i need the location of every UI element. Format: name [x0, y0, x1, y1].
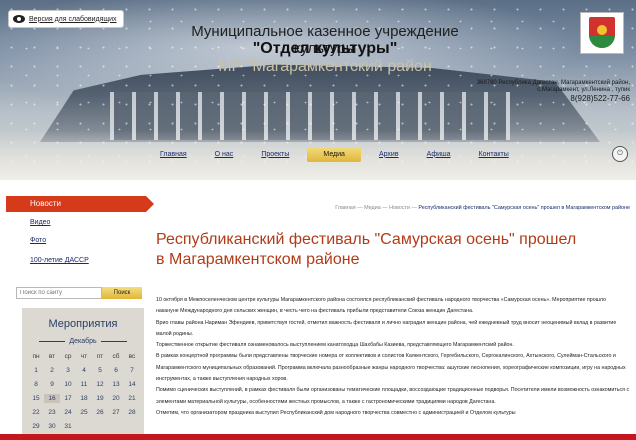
article-paragraph: Отметим, что организатором праздника выс…: [156, 409, 516, 416]
calendar-day[interactable]: 10: [60, 380, 76, 389]
article-paragraph: 10 октября в Межпоселенческом центре кул…: [156, 297, 607, 315]
calendar-day[interactable]: 19: [92, 394, 108, 403]
calendar-day[interactable]: 12: [92, 380, 108, 389]
nav-item-projects[interactable]: Проекты: [251, 147, 299, 162]
article-body: 10 октября в Межпоселенческом центре кул…: [156, 295, 630, 419]
nav-item-media[interactable]: Медиа: [307, 146, 361, 162]
calendar-empty: [124, 422, 140, 431]
eye-icon: [13, 15, 25, 23]
breadcrumb-home[interactable]: Главная: [335, 205, 356, 211]
calendar-weekday: чт: [80, 353, 88, 360]
article-title: Республиканский фестиваль "Самурская осе…: [156, 231, 577, 268]
calendar-day[interactable]: 22: [28, 408, 44, 417]
breadcrumb-news[interactable]: Новости: [389, 205, 410, 211]
calendar-day[interactable]: 20: [108, 394, 124, 403]
calendar-day[interactable]: 14: [124, 380, 140, 389]
calendar-weekday: вт: [48, 353, 56, 360]
breadcrumb-sep: —: [411, 205, 417, 211]
bottom-red-strip: [0, 434, 636, 440]
calendar-weekday: пт: [96, 353, 104, 360]
breadcrumb-media[interactable]: Медиа: [364, 205, 381, 211]
calendar-weekday: ср: [64, 353, 72, 360]
article-paragraph: Торжественное открытие фестиваля ознамен…: [156, 342, 514, 349]
breadcrumb-sep: —: [357, 205, 363, 211]
nav-item-archive[interactable]: Архив: [369, 147, 409, 162]
article-paragraph: Помимо сценических выступлений, в рамках…: [156, 387, 630, 405]
calendar-day[interactable]: 3: [60, 366, 76, 375]
calendar-empty: [92, 422, 108, 431]
calendar-day[interactable]: 29: [28, 422, 44, 431]
calendar-day[interactable]: 28: [124, 408, 140, 417]
sidebar-item-video[interactable]: Видео: [30, 219, 50, 226]
main-nav: Главная О нас Проекты Медиа Архив Афиша …: [0, 140, 636, 168]
calendar-day[interactable]: 24: [60, 408, 76, 417]
events-title: Мероприятия: [48, 318, 118, 330]
visually-impaired-link[interactable]: Версия для слабовидящих: [8, 10, 124, 28]
nav-item-about[interactable]: О нас: [205, 147, 244, 162]
calendar-day[interactable]: 16: [44, 394, 60, 403]
shield-emblem: [589, 17, 615, 48]
calendar-weekday: пн: [32, 353, 40, 360]
breadcrumb-sep: —: [382, 205, 388, 211]
calendar-day[interactable]: 7: [124, 366, 140, 375]
calendar-day[interactable]: 18: [76, 394, 92, 403]
calendar-day[interactable]: 8: [28, 380, 44, 389]
month-selector[interactable]: Декабрь: [22, 338, 144, 345]
month-label: Декабрь: [69, 338, 97, 345]
org-title-line3: МР "Магарамкентский район: [218, 58, 432, 75]
events-calendar: Мероприятия Декабрь пн вт ср чт пт сб вс 1 2 3 4 5 6…: [22, 308, 144, 440]
sidebar-item-photo[interactable]: Фото: [30, 237, 46, 244]
calendar-day[interactable]: 13: [108, 380, 124, 389]
nav-item-home[interactable]: Главная: [150, 147, 197, 162]
article-paragraph: Врио главы района Нариман Эфендиев, прив…: [156, 319, 617, 337]
month-prev-line[interactable]: [39, 341, 66, 342]
page: Версия для слабовидящих Муниципальное ка…: [0, 0, 636, 440]
calendar-empty: [108, 422, 124, 431]
calendar-day[interactable]: 17: [60, 394, 76, 403]
sidebar-item-dassr[interactable]: 100-летие ДАССР: [30, 257, 89, 264]
calendar-day[interactable]: 6: [108, 366, 124, 375]
calendar-weekday: вс: [128, 353, 136, 360]
calendar-day[interactable]: 11: [76, 380, 92, 389]
calendar-day[interactable]: 5: [92, 366, 108, 375]
search-input[interactable]: [16, 287, 102, 299]
calendar-days: пн вт ср чт пт сб вс 1 2 3 4 5 6 7 8 9 10 11 12 13 14 15 16 17 1…: [28, 352, 142, 431]
site-search: Поиск: [16, 287, 144, 301]
calendar-day[interactable]: 27: [108, 408, 124, 417]
contact-address: 368780 Республика Дагестан, Магарамкентс…: [476, 80, 630, 93]
calendar-day[interactable]: 25: [76, 408, 92, 417]
month-next-line[interactable]: [100, 341, 127, 342]
calendar-day[interactable]: 31: [60, 422, 76, 431]
contact-phone: 8(928)522-77-66: [570, 94, 630, 103]
article-paragraph: В рамках концертной программы были предс…: [156, 353, 626, 383]
nav-item-contacts[interactable]: Контакты: [469, 147, 519, 162]
calendar-day[interactable]: 23: [44, 408, 60, 417]
calendar-day[interactable]: 30: [44, 422, 60, 431]
org-title-line2: "Отдел культуры": [252, 40, 398, 57]
power-icon[interactable]: ⏻: [612, 146, 628, 162]
calendar-day[interactable]: 2: [44, 366, 60, 375]
breadcrumb-current: Республиканский фестиваль "Самурская осе…: [418, 205, 630, 211]
nav-item-afisha[interactable]: Афиша: [417, 147, 461, 162]
sidebar-item-news[interactable]: Новости: [6, 196, 154, 212]
calendar-day[interactable]: 4: [76, 366, 92, 375]
nav-items: Главная О нас Проекты Медиа Архив Афиша …: [150, 140, 527, 168]
calendar-grid: пн вт ср чт пт сб вс 1 2 3 4 5 6 7 8 9 10 11 12 13 14 15 16 17 1…: [28, 352, 142, 431]
search-button[interactable]: Поиск: [102, 287, 142, 299]
calendar-day[interactable]: 9: [44, 380, 60, 389]
calendar-day[interactable]: 26: [92, 408, 108, 417]
calendar-day[interactable]: 21: [124, 394, 140, 403]
coat-of-arms-logo[interactable]: [580, 12, 624, 54]
calendar-day[interactable]: 1: [28, 366, 44, 375]
calendar-day[interactable]: 15: [28, 394, 44, 403]
breadcrumb: Главная — Медиа — Новости — Республиканс…: [306, 205, 630, 211]
calendar-empty: [76, 422, 92, 431]
calendar-weekday: сб: [112, 353, 120, 360]
visually-impaired-label: Версия для слабовидящих: [29, 15, 117, 23]
